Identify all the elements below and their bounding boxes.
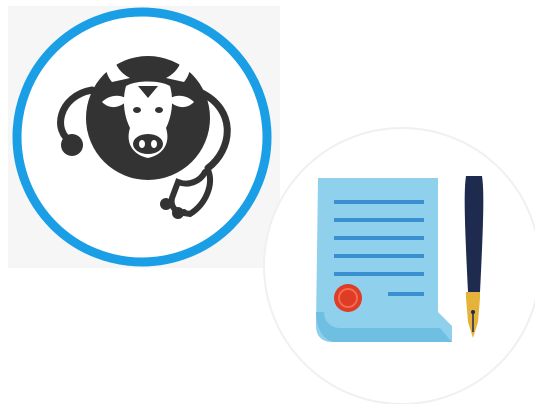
document-line <box>334 200 424 204</box>
cow-nostril-left <box>139 140 145 148</box>
document-with-seal-icon <box>263 127 535 404</box>
stethoscope-tip-1 <box>160 198 172 210</box>
cow-muzzle <box>133 134 163 154</box>
document-line <box>334 272 424 276</box>
document-badge <box>252 116 535 404</box>
cow-eye-right <box>155 107 163 113</box>
cow-eye-left <box>133 107 141 113</box>
document-line <box>334 254 424 258</box>
stethoscope-chestpiece <box>61 134 83 156</box>
document-line <box>334 218 424 222</box>
document-line <box>334 236 424 240</box>
illustration-canvas <box>0 0 535 404</box>
veterinary-badge <box>0 0 290 280</box>
cow-nostril-right <box>151 140 157 148</box>
veterinary-cow-stethoscope-icon <box>8 6 280 268</box>
stethoscope-tip-2 <box>172 207 184 219</box>
document-signature-line <box>388 292 424 296</box>
